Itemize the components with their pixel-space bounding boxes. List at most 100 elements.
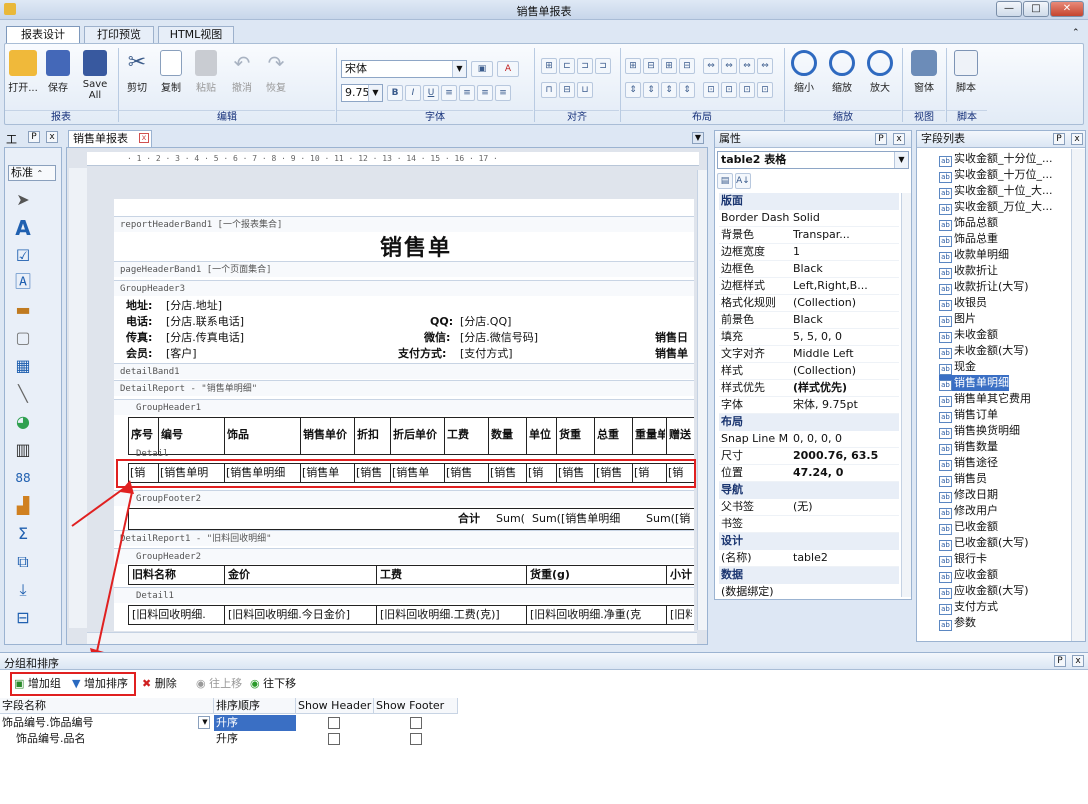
field-item[interactable]: ab 未收金额(大写) [939, 343, 1029, 359]
maximize-button[interactable]: □ [1023, 1, 1049, 17]
band-page-header[interactable]: pageHeaderBand1 [一个页面集合] [114, 261, 694, 277]
collapse-ribbon-icon[interactable]: ⌃ [1072, 28, 1080, 38]
field-item[interactable]: ab 收款折让 [939, 263, 998, 279]
property-row[interactable]: 样式优先 (样式优先) [719, 380, 899, 397]
tab-print-preview[interactable]: 打印预览 [84, 26, 154, 44]
property-category[interactable]: 版面 [719, 193, 899, 210]
property-grid[interactable]: 版面 Border Dash Solid 背景色 Transpar... 边框宽度 1 边框色… [719, 193, 899, 597]
property-value[interactable]: 0, 0, 0, 0 [793, 431, 899, 447]
band-group-header1[interactable]: GroupHeader1 [114, 399, 694, 415]
layout-btn-15[interactable]: ⊡ [739, 82, 755, 98]
field-item[interactable]: ab 销售员 [939, 471, 987, 487]
member-field[interactable]: [客户] [166, 345, 197, 363]
align-tops-button[interactable]: ⊓ [541, 82, 557, 98]
move-up-button[interactable]: ◉ 往上移 [196, 675, 242, 693]
redo-button[interactable]: ↷ 恢复 [261, 50, 291, 94]
save-all-button[interactable]: Save All [75, 50, 115, 101]
property-row[interactable]: 字体 宋体, 9.75pt [719, 397, 899, 414]
panel-tool-icon[interactable]: ▢ [13, 328, 33, 348]
property-value[interactable]: (样式优先) [793, 380, 899, 396]
align-centers-button[interactable]: ⊐ [577, 58, 593, 74]
property-row[interactable]: 背景色 Transpar... [719, 227, 899, 244]
align-middles-button[interactable]: ⊟ [559, 82, 575, 98]
categorized-icon[interactable]: ▤ [717, 173, 733, 189]
field-item[interactable]: ab 饰品总重 [939, 231, 998, 247]
property-row[interactable]: 边框色 Black [719, 261, 899, 278]
property-row[interactable]: 父书签 (无) [719, 499, 899, 516]
field-item[interactable]: ab 销售单其它费用 [939, 391, 1031, 407]
add-group-button[interactable]: ▣ 增加组 [14, 675, 61, 693]
field-item[interactable]: ab 参数 [939, 615, 976, 631]
old-gold-detail-cell[interactable]: [旧料回收明细.今日金价] [228, 606, 374, 624]
property-value[interactable]: Solid [793, 210, 899, 226]
sum-cell-1[interactable]: Sum( [496, 510, 528, 528]
shape-tool-icon[interactable]: ◕ [13, 412, 33, 432]
table-tool-icon[interactable]: ▦ [13, 356, 33, 376]
chart-tool-icon[interactable]: ▟ [13, 496, 33, 516]
layout-btn-16[interactable]: ⊡ [757, 82, 773, 98]
property-value[interactable]: 2000.76, 63.5 [793, 448, 899, 464]
field-item[interactable]: ab 已收金额(大写) [939, 535, 1029, 551]
property-row[interactable]: 文字对齐 Middle Left [719, 346, 899, 363]
properties-scrollbar[interactable] [901, 193, 911, 597]
vertical-scrollbar[interactable] [697, 170, 707, 630]
sort-alpha-icon[interactable]: A↓ [735, 173, 751, 189]
field-item[interactable]: ab 收款折让(大写) [939, 279, 1029, 295]
align-rights-button[interactable]: ⊐ [595, 58, 611, 74]
layout-btn-2[interactable]: ⊟ [643, 58, 659, 74]
add-sort-button[interactable]: ▼ 增加排序 [72, 675, 128, 693]
field-item[interactable]: ab 销售数量 [939, 439, 998, 455]
property-row[interactable]: (数据绑定) [719, 584, 899, 597]
layout-btn-14[interactable]: ⊡ [721, 82, 737, 98]
field-item[interactable]: ab 销售途径 [939, 455, 998, 471]
layout-btn-6[interactable]: ⇔ [721, 58, 737, 74]
close-icon[interactable]: x [893, 133, 905, 145]
label-tool-icon[interactable]: A [13, 218, 33, 238]
font-color-button[interactable]: A [497, 61, 519, 77]
pin-icon[interactable]: P [875, 133, 887, 145]
band-detail-report[interactable]: DetailReport - "销售单明细" [114, 380, 694, 396]
payment-field[interactable]: [支付方式] [460, 345, 513, 363]
field-item[interactable]: ab 现金 [939, 359, 976, 375]
field-item[interactable]: ab 应收金额(大写) [939, 583, 1029, 599]
property-row[interactable]: 填充 5, 5, 0, 0 [719, 329, 899, 346]
field-item[interactable]: ab 应收金额 [939, 567, 998, 583]
old-gold-detail-cell[interactable]: [旧料 [670, 606, 692, 624]
crossband-tool-icon[interactable]: ⊟ [13, 608, 33, 628]
pagebreak-tool-icon[interactable]: ⤓ [13, 580, 33, 600]
band-group-header2[interactable]: GroupHeader2 [114, 548, 694, 564]
layout-btn-12[interactable]: ⇕ [679, 82, 695, 98]
field-item[interactable]: ab 销售订单 [939, 407, 998, 423]
align-center-button[interactable]: ≡ [459, 85, 475, 101]
close-icon[interactable]: x [139, 133, 149, 143]
close-button[interactable]: ✕ [1050, 1, 1084, 17]
layout-btn-10[interactable]: ⇕ [643, 82, 659, 98]
layout-btn-1[interactable]: ⊞ [625, 58, 641, 74]
property-value[interactable]: (无) [793, 499, 899, 515]
property-row[interactable]: Snap Line M 0, 0, 0, 0 [719, 431, 899, 448]
layout-btn-7[interactable]: ⇔ [739, 58, 755, 74]
sort-order-cell[interactable]: 升序 [214, 715, 296, 731]
property-row[interactable]: 书签 [719, 516, 899, 533]
field-item[interactable]: ab 收银员 [939, 295, 987, 311]
checkbox-tool-icon[interactable]: ☑ [13, 246, 33, 266]
property-value[interactable]: 5, 5, 0, 0 [793, 329, 899, 345]
sum-cell-2[interactable]: Sum([销售单明细 [532, 510, 632, 528]
field-item[interactable]: ab 销售换货明细 [939, 423, 1020, 439]
italic-button[interactable]: I [405, 85, 421, 101]
layout-btn-4[interactable]: ⊟ [679, 58, 695, 74]
field-list-scrollbar[interactable] [1071, 149, 1085, 641]
barcode-tool-icon[interactable]: ▥ [13, 440, 33, 460]
field-item[interactable]: ab 已收金额 [939, 519, 998, 535]
property-value[interactable]: (Collection) [793, 363, 899, 379]
show-header-checkbox[interactable] [328, 733, 340, 745]
zipcode-tool-icon[interactable]: 88 [13, 468, 33, 488]
toolbox-category[interactable]: 标准 ⌃ [8, 165, 56, 181]
layout-btn-8[interactable]: ⇔ [757, 58, 773, 74]
field-item[interactable]: ab 饰品总额 [939, 215, 998, 231]
field-item[interactable]: ab 收款单明细 [939, 247, 1009, 263]
layout-btn-5[interactable]: ⇔ [703, 58, 719, 74]
property-value[interactable]: Black [793, 261, 899, 277]
horizontal-scrollbar[interactable] [87, 632, 697, 644]
band-group-header3[interactable]: GroupHeader3 [114, 280, 694, 296]
